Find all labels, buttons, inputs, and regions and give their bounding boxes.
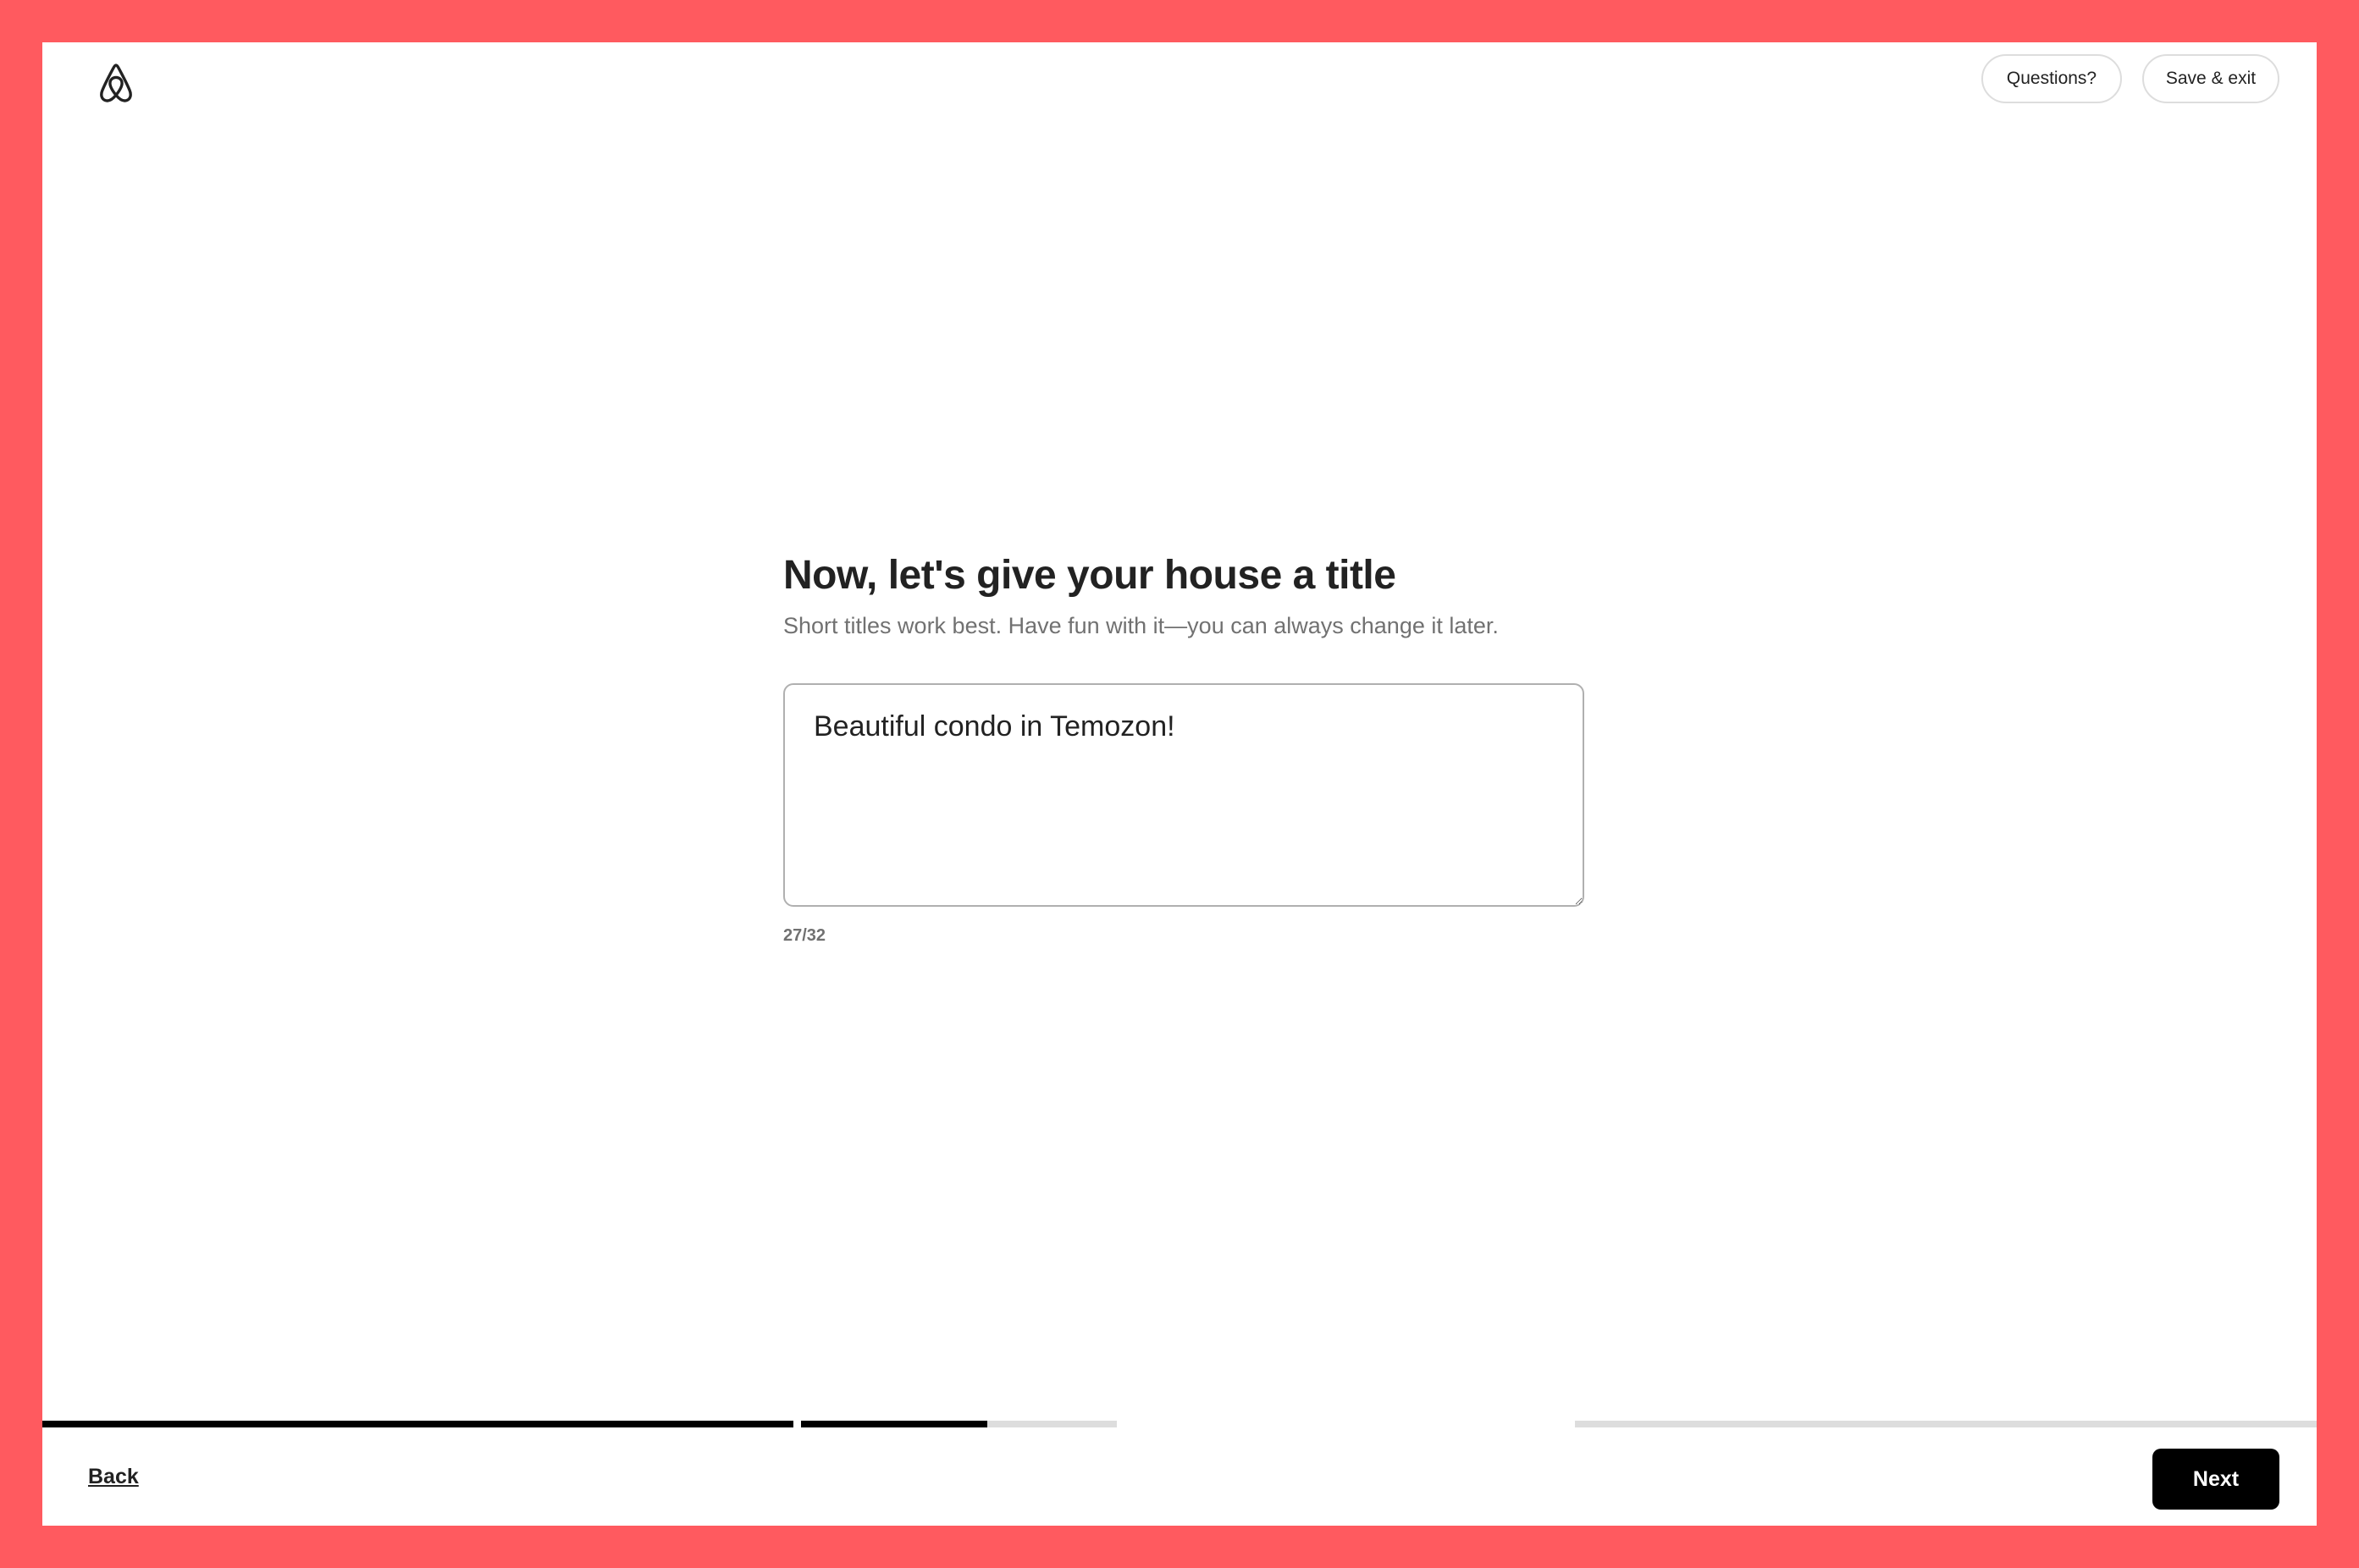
save-and-exit-button[interactable]: Save & exit	[2142, 54, 2279, 103]
progress-step-2-fill	[801, 1421, 988, 1427]
airbnb-logo-icon[interactable]	[93, 59, 139, 107]
character-counter: 27/32	[783, 926, 826, 945]
app-window: Questions? Save & exit Now, let's give y…	[42, 42, 2317, 1526]
listing-title-input[interactable]: Beautiful condo in Temozon!	[783, 683, 1584, 907]
back-link[interactable]: Back	[88, 1465, 139, 1489]
page-title: Now, let's give your house a title	[783, 553, 1396, 598]
progress-step-1	[42, 1421, 793, 1427]
next-button[interactable]: Next	[2152, 1449, 2279, 1510]
progress-step-1-fill	[42, 1421, 793, 1427]
page-subtitle: Short titles work best. Have fun with it…	[783, 613, 1499, 638]
questions-button[interactable]: Questions?	[1981, 54, 2122, 103]
progress-step-2	[801, 1421, 1117, 1427]
progress-step-3	[1575, 1421, 2317, 1427]
